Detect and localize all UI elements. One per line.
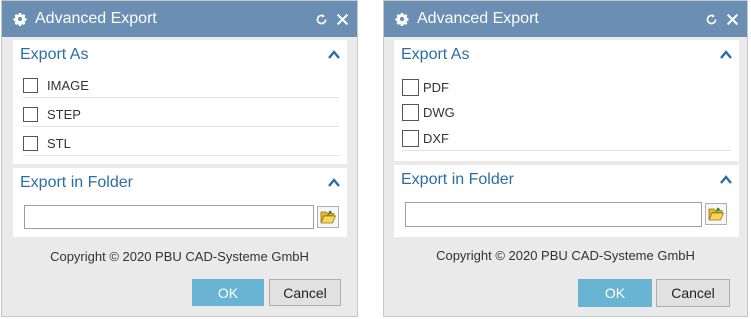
gear-icon [13, 12, 27, 26]
title-actions [705, 1, 739, 37]
export-option[interactable]: PDF [402, 76, 731, 98]
title-actions [315, 1, 349, 37]
section-title: Export As [20, 46, 89, 63]
chevron-up-icon[interactable] [328, 177, 340, 187]
export-as-header[interactable]: Export As [13, 40, 347, 70]
option-label: STL [47, 135, 71, 151]
option-label: DWG [423, 104, 455, 120]
checkbox[interactable] [23, 135, 38, 151]
cancel-button[interactable]: Cancel [656, 279, 730, 307]
advanced-export-dialog: Advanced Export Export As PDF DWG DXF Ex… [383, 0, 748, 317]
reset-icon[interactable] [705, 13, 718, 26]
chevron-up-icon[interactable] [720, 49, 732, 59]
export-folder-header[interactable]: Export in Folder [394, 165, 739, 195]
export-option[interactable]: STL [23, 131, 339, 156]
browse-folder-button[interactable] [317, 206, 339, 228]
browse-folder-button[interactable] [705, 203, 727, 225]
export-as-section: Export As IMAGE STEP STL [13, 40, 347, 164]
chevron-up-icon[interactable] [328, 49, 340, 59]
export-folder-section: Export in Folder [394, 165, 739, 237]
folder-path-input[interactable] [405, 202, 702, 227]
checkbox[interactable] [23, 77, 38, 93]
ok-button[interactable]: OK [578, 279, 652, 307]
copyright-text: Copyright © 2020 PBU CAD-Systeme GmbH [436, 248, 695, 263]
checkbox[interactable] [402, 78, 419, 96]
reset-icon[interactable] [315, 13, 328, 26]
option-label: PDF [423, 79, 449, 95]
dialog-title: Advanced Export [35, 10, 157, 27]
section-title: Export in Folder [20, 174, 133, 191]
chevron-up-icon[interactable] [720, 174, 732, 184]
folder-path-input[interactable] [24, 205, 314, 229]
export-option[interactable]: DXF [402, 126, 731, 151]
dialog-title: Advanced Export [417, 10, 539, 27]
checkbox[interactable] [402, 103, 419, 121]
checkbox[interactable] [402, 129, 419, 147]
cancel-button[interactable]: Cancel [269, 279, 341, 306]
dialog-titlebar: Advanced Export [2, 1, 357, 37]
option-label: STEP [47, 106, 81, 122]
export-as-section: Export As PDF DWG DXF [394, 40, 739, 161]
folder-open-icon [708, 207, 724, 221]
section-title: Export As [401, 46, 470, 63]
close-icon[interactable] [336, 13, 349, 26]
option-label: IMAGE [47, 77, 89, 93]
section-title: Export in Folder [401, 171, 514, 188]
option-label: DXF [423, 130, 449, 146]
checkbox[interactable] [23, 106, 38, 122]
dialog-titlebar: Advanced Export [384, 1, 747, 37]
copyright-text: Copyright © 2020 PBU CAD-Systeme GmbH [50, 249, 309, 264]
export-folder-header[interactable]: Export in Folder [13, 168, 347, 198]
folder-open-icon [320, 210, 336, 224]
export-option[interactable]: STEP [23, 102, 339, 127]
export-option[interactable]: IMAGE [23, 73, 339, 98]
export-option[interactable]: DWG [402, 101, 731, 123]
ok-button[interactable]: OK [192, 279, 264, 306]
advanced-export-dialog: Advanced Export Export As IMAGE STEP STL… [1, 0, 358, 317]
export-as-header[interactable]: Export As [394, 40, 739, 70]
close-icon[interactable] [726, 13, 739, 26]
export-folder-section: Export in Folder [13, 168, 347, 237]
gear-icon [395, 12, 409, 26]
